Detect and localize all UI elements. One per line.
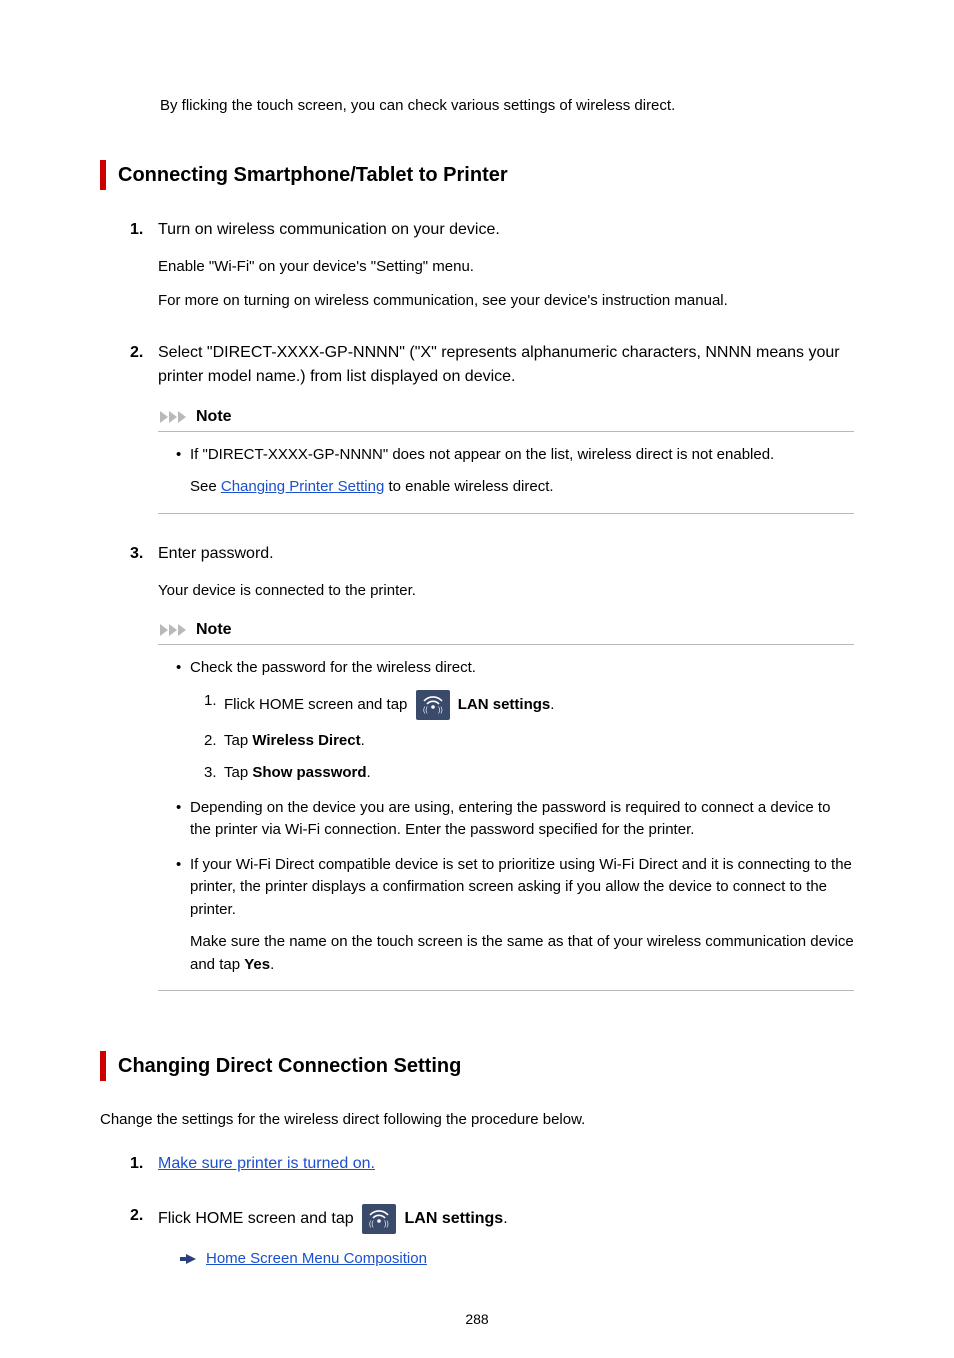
note-b3p2a: Make sure the name on the touch screen i… <box>190 933 854 973</box>
note-block-step2: Note If "DIRECT-XXXX-GP-NNNN" does not a… <box>158 403 854 514</box>
note-bullet-text: If your Wi-Fi Direct compatible device i… <box>190 854 854 922</box>
note-header: Note <box>158 403 854 432</box>
arrow-bullet: Home Screen Menu Composition <box>186 1248 854 1271</box>
note-bullet-depending-device: Depending on the device you are using, e… <box>176 797 854 842</box>
step-3-p1: Your device is connected to the printer. <box>158 580 854 603</box>
step-1-title: Turn on wireless communication on your d… <box>158 218 854 242</box>
changing-printer-setting-link[interactable]: Changing Printer Setting <box>221 478 384 495</box>
chevron-icon <box>178 411 186 423</box>
note-block-step3: Note Check the password for the wireless… <box>158 616 854 991</box>
step-3-title: Enter password. <box>158 542 854 566</box>
note-see-suffix: to enable wireless direct. <box>384 478 553 495</box>
chevron-icon <box>178 624 186 636</box>
changing-step-2-period: . <box>503 1210 507 1227</box>
changing-step-1: Make sure printer is turned on. <box>130 1152 854 1176</box>
svg-text:)): )) <box>384 1221 389 1228</box>
heading-changing-direct: Changing Direct Connection Setting <box>100 1051 854 1081</box>
chevron-icon <box>160 411 168 423</box>
note-bullet-check-password: Check the password for the wireless dire… <box>176 657 854 785</box>
step-2-title: Select "DIRECT-XXXX-GP-NNNN" ("X" repres… <box>158 341 854 389</box>
inner-step-1-bold: LAN settings <box>458 695 551 712</box>
inner-step-3-period: . <box>367 764 371 781</box>
note-bullet-wifi-direct-priority: If your Wi-Fi Direct compatible device i… <box>176 854 854 977</box>
make-sure-printer-on-link[interactable]: Make sure printer is turned on. <box>158 1155 375 1172</box>
changing-step-2-bold: LAN settings <box>405 1210 504 1227</box>
inner-step-2-period: . <box>361 732 365 749</box>
note-bullet-text: Check the password for the wireless dire… <box>190 657 854 680</box>
note-header: Note <box>158 616 854 645</box>
inner-step-2-bold: Wireless Direct <box>252 732 360 749</box>
chevron-icon <box>160 624 168 636</box>
inner-step-2-pre: Tap <box>224 732 252 749</box>
svg-text:((: (( <box>423 707 428 714</box>
note-bullet-text-2: Make sure the name on the touch screen i… <box>190 931 854 976</box>
inner-step-1-period: . <box>550 695 554 712</box>
changing-step-2-pre: Flick HOME screen and tap <box>158 1210 358 1227</box>
step-1-p2: For more on turning on wireless communic… <box>158 290 854 313</box>
changing-step-2-title: Flick HOME screen and tap (( )) LAN sett… <box>158 1204 854 1234</box>
svg-text:((: (( <box>369 1221 374 1228</box>
steps-changing: Make sure printer is turned on. Flick HO… <box>130 1152 854 1271</box>
chevron-icon <box>169 624 177 636</box>
page-number: 288 <box>0 1309 954 1330</box>
step-2: Select "DIRECT-XXXX-GP-NNNN" ("X" repres… <box>130 341 854 514</box>
note-bullet-text: If "DIRECT-XXXX-GP-NNNN" does not appear… <box>190 444 854 467</box>
note-bullet-text: Depending on the device you are using, e… <box>190 797 854 842</box>
changing-body: Change the settings for the wireless dir… <box>100 1109 854 1132</box>
step-1: Turn on wireless communication on your d… <box>130 218 854 313</box>
intro-text: By flicking the touch screen, you can ch… <box>160 95 854 118</box>
home-screen-menu-link[interactable]: Home Screen Menu Composition <box>206 1248 427 1271</box>
lan-settings-icon: (( )) <box>416 690 450 720</box>
lan-settings-icon: (( )) <box>362 1204 396 1234</box>
arrow-right-icon <box>186 1254 196 1264</box>
step-3: Enter password. Your device is connected… <box>130 542 854 992</box>
yes-label: Yes <box>244 956 270 973</box>
changing-step-1-title: Make sure printer is turned on. <box>158 1152 854 1176</box>
note-footer-rule <box>158 990 854 991</box>
heading-connecting: Connecting Smartphone/Tablet to Printer <box>100 160 854 190</box>
note-bullet: If "DIRECT-XXXX-GP-NNNN" does not appear… <box>176 444 854 499</box>
steps-connecting: Turn on wireless communication on your d… <box>130 218 854 992</box>
step-1-p1: Enable "Wi-Fi" on your device's "Setting… <box>158 256 854 279</box>
note-label: Note <box>196 618 232 642</box>
changing-step-2: Flick HOME screen and tap (( )) LAN sett… <box>130 1204 854 1271</box>
note-b3p2c: . <box>270 956 274 973</box>
svg-text:)): )) <box>438 707 443 714</box>
note-see-line: See Changing Printer Setting to enable w… <box>190 476 854 499</box>
note-label: Note <box>196 405 232 429</box>
inner-step-2: Tap Wireless Direct. <box>204 730 854 753</box>
inner-step-3: Tap Show password. <box>204 762 854 785</box>
inner-step-1: Flick HOME screen and tap (( )) <box>204 690 854 720</box>
inner-step-1-pre: Flick HOME screen and tap <box>224 695 412 712</box>
inner-step-3-pre: Tap <box>224 764 252 781</box>
note-footer-rule <box>158 513 854 514</box>
inner-steps: Flick HOME screen and tap (( )) <box>204 690 854 785</box>
inner-step-3-bold: Show password <box>252 764 366 781</box>
chevron-icon <box>169 411 177 423</box>
note-see-prefix: See <box>190 478 221 495</box>
